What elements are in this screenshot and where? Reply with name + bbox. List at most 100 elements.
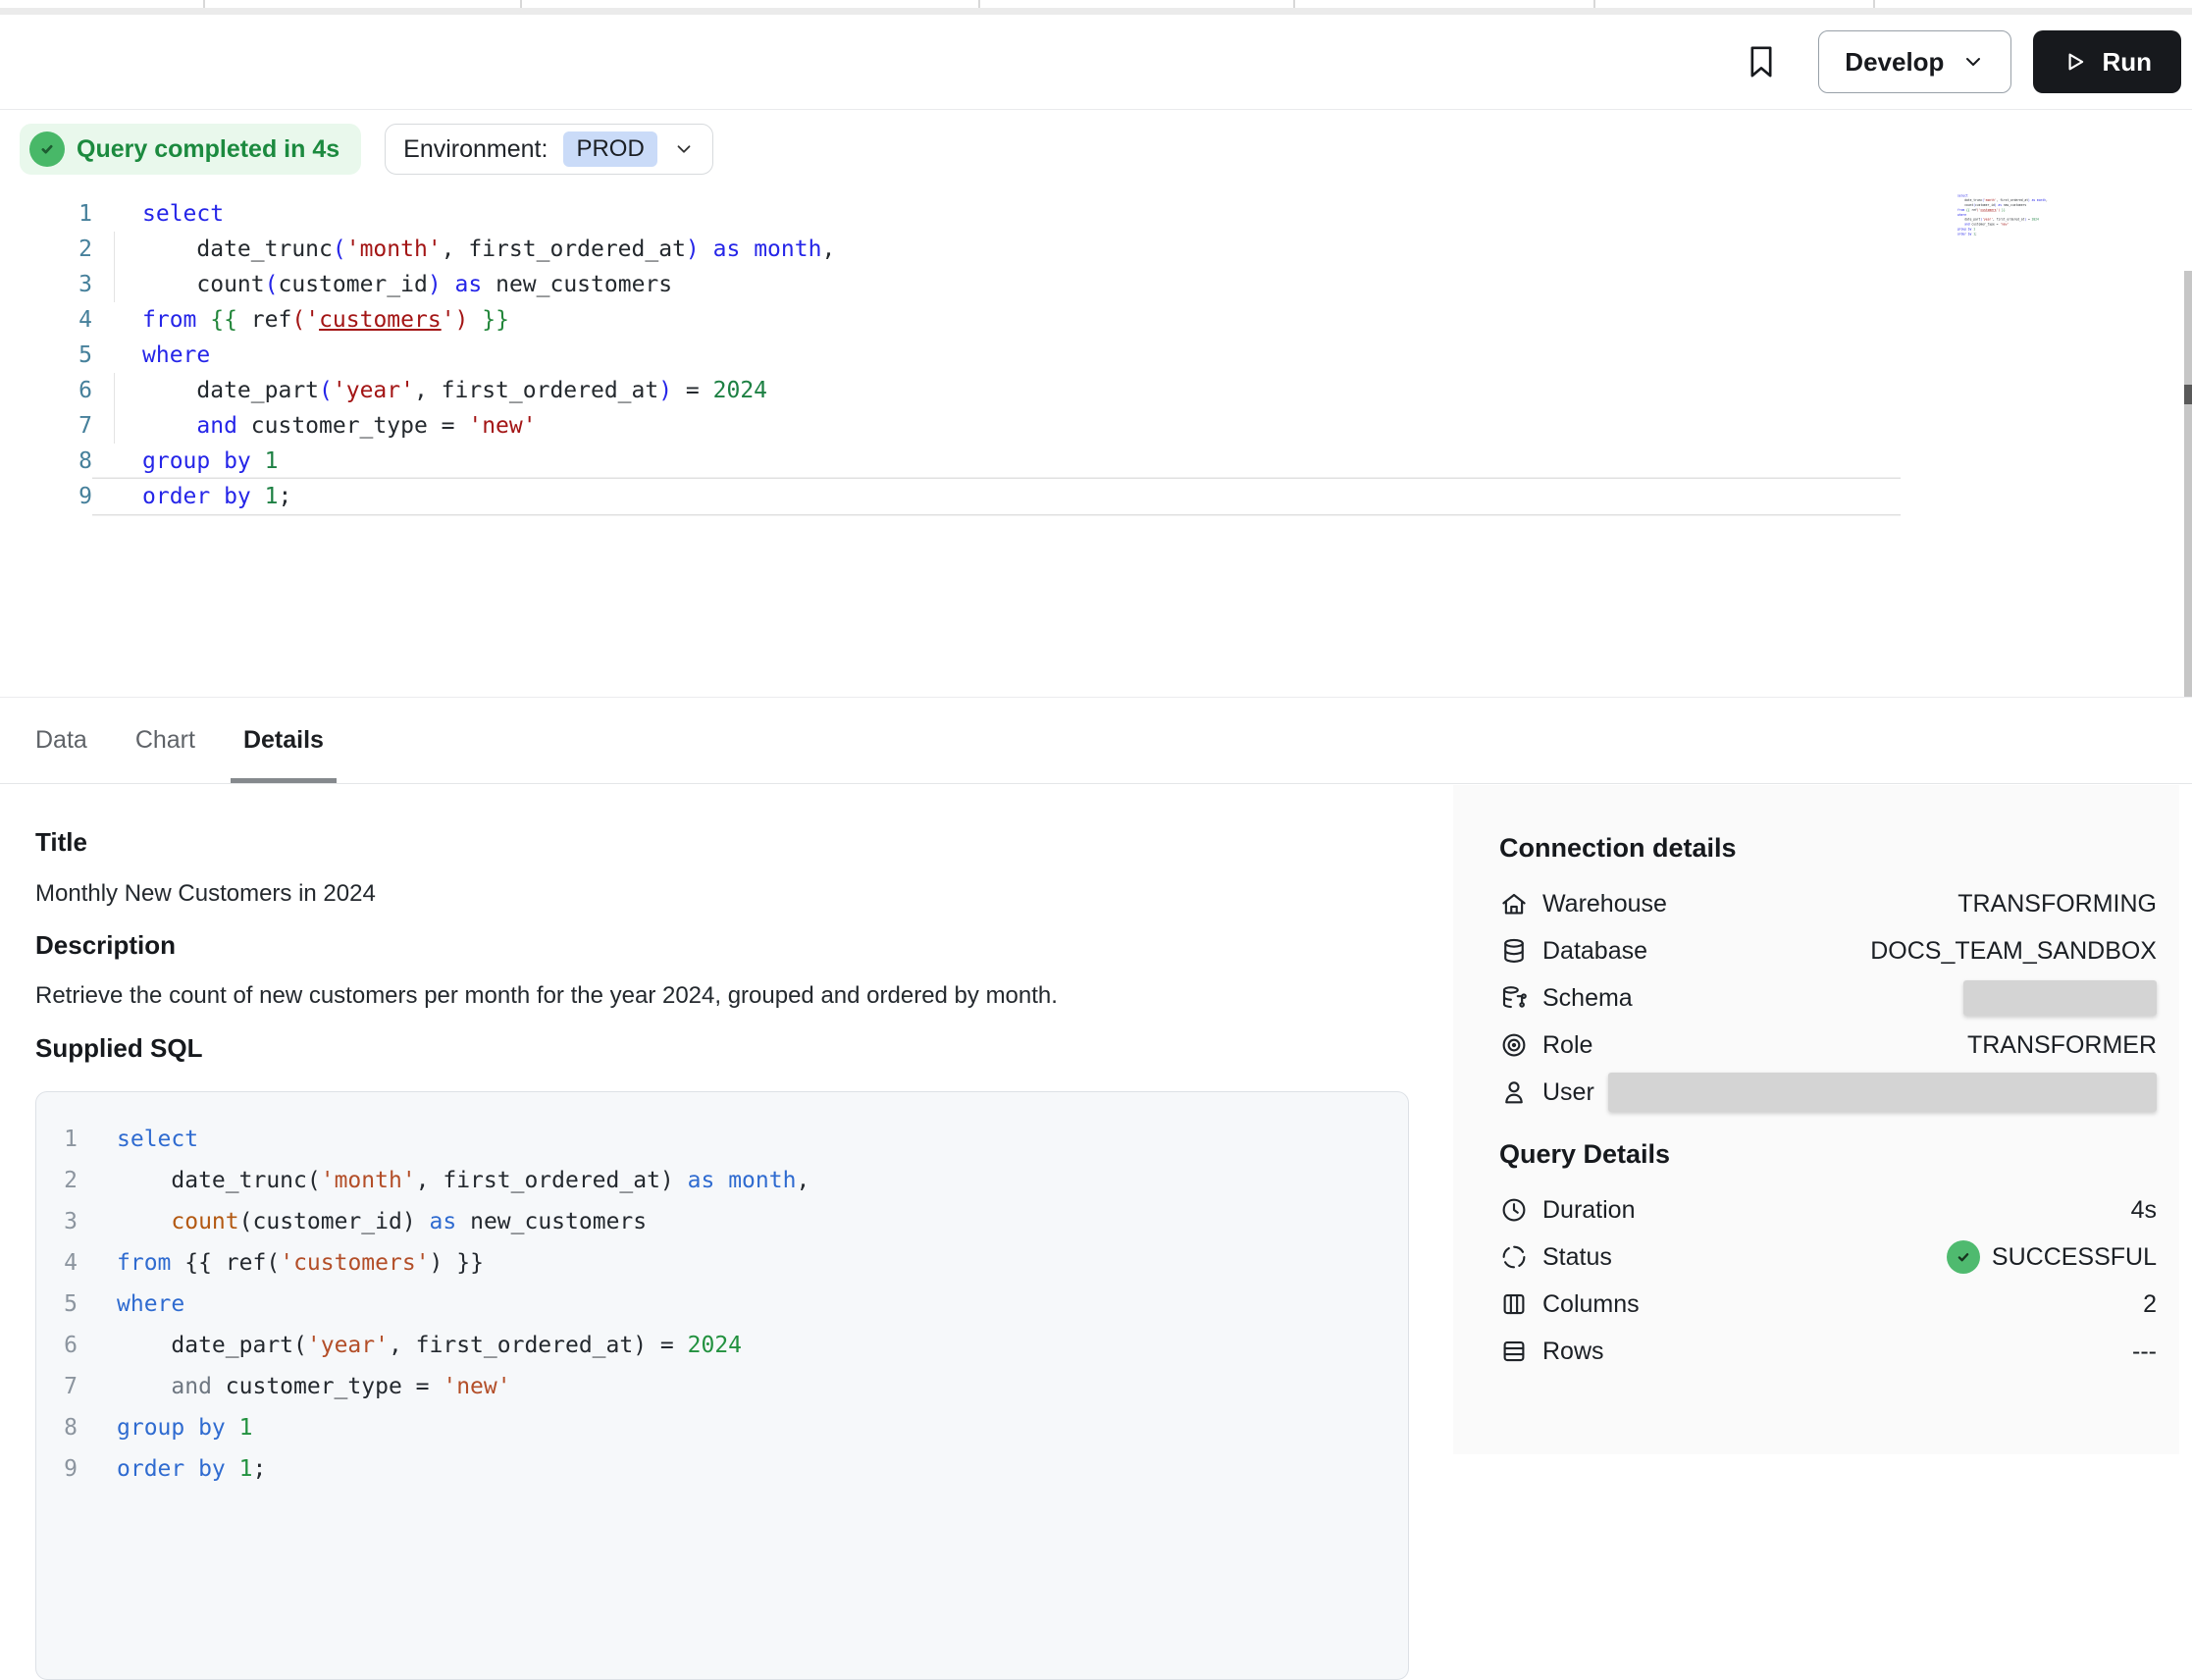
connection-details-heading: Connection details [1499,833,1737,864]
detail-row-schema: Schema [1499,974,2157,1022]
toolbar: Develop Run [0,15,2192,110]
line-number: 4 [50,1242,78,1284]
code-line: 7 and customer_type = 'new' [50,1366,1408,1407]
tab-data[interactable]: Data [23,698,100,783]
role-icon [1499,1030,1529,1060]
detail-row-role: Role TRANSFORMER [1499,1022,2157,1069]
status-icon [1499,1242,1529,1272]
detail-label: Role [1542,1031,1592,1060]
code-line[interactable]: 6 date_part('year', first_ordered_at) = … [0,373,1901,408]
detail-row-status: Status SUCCESSFUL [1499,1234,2157,1281]
detail-label: Rows [1542,1338,1604,1366]
title-value: Monthly New Customers in 2024 [35,880,376,908]
supplied-sql-label: Supplied SQL [35,1033,202,1064]
code-line: 2 date_trunc('month', first_ordered_at) … [50,1160,1408,1201]
run-button[interactable]: Run [2033,30,2181,93]
detail-value: SUCCESSFUL [1947,1240,2157,1274]
tab-chart[interactable]: Chart [123,698,208,783]
environment-badge: PROD [563,131,656,167]
line-number: 3 [50,1201,78,1242]
detail-label: Duration [1542,1196,1636,1225]
warehouse-icon [1499,889,1529,919]
database-icon [1499,936,1529,966]
code-line: 6 date_part('year', first_ordered_at) = … [50,1325,1408,1366]
detail-row-duration: Duration 4s [1499,1186,2157,1234]
code-line: 5where [50,1284,1408,1325]
detail-label: Status [1542,1243,1612,1272]
status-bar: Query completed in 4s Environment: PROD [20,124,713,175]
line-number: 5 [0,338,92,373]
tabstrip-shadow [0,8,2192,15]
line-number: 9 [50,1448,78,1490]
detail-label: Schema [1542,984,1633,1013]
detail-label: Warehouse [1542,890,1667,919]
code-line[interactable]: 2 date_trunc('month', first_ordered_at) … [0,232,1901,267]
environment-label: Environment: [403,135,548,164]
detail-value: TRANSFORMER [1967,1031,2157,1060]
line-number: 1 [0,196,92,232]
code-line: 8group by 1 [50,1407,1408,1448]
success-check-icon [1947,1240,1980,1274]
window-tabstrip [0,0,2192,8]
line-number: 1 [50,1119,78,1160]
query-details-rows: Duration4sStatusSUCCESSFULColumns2Rows--… [1499,1186,2157,1375]
detail-label: Database [1542,937,1647,966]
code-line: 9order by 1; [50,1448,1408,1490]
supplied-sql-block: 1select2 date_trunc('month', first_order… [35,1091,1409,1680]
sql-editor[interactable]: 1select2 date_trunc('month', first_order… [0,196,1901,514]
line-number: 6 [0,373,92,408]
code-line[interactable]: 8group by 1 [0,444,1901,479]
code-line: 3 count(customer_id) as new_customers [50,1201,1408,1242]
line-number: 9 [0,479,92,514]
line-number: 8 [0,444,92,479]
detail-label: User [1542,1078,1594,1107]
play-icon [2062,49,2088,75]
run-label: Run [2102,47,2152,78]
detail-value: 4s [2131,1196,2157,1225]
chevron-down-icon [1961,50,1985,74]
code-line[interactable]: 5where [0,338,1901,373]
redacted-value [1963,980,2157,1016]
editor-minimap[interactable]: 1select2 date_trunc('month', first_order… [1957,193,2048,236]
detail-value: DOCS_TEAM_SANDBOX [1870,937,2157,966]
detail-row-database: Database DOCS_TEAM_SANDBOX [1499,927,2157,974]
line-number: 2 [0,232,92,267]
code-line: 1select [50,1119,1408,1160]
columns-icon [1499,1289,1529,1319]
redacted-value [1608,1073,2157,1112]
chevron-down-icon [673,138,695,160]
environment-dropdown[interactable]: Environment: PROD [385,124,713,175]
bookmark-icon [1742,42,1781,81]
query-status-text: Query completed in 4s [77,135,339,164]
line-number: 5 [50,1284,78,1325]
scrollbar-thumb[interactable] [2184,385,2192,404]
tab-details[interactable]: Details [231,698,337,783]
detail-row-user: User [1499,1069,2157,1116]
bookmark-button[interactable] [1740,40,1783,83]
line-number: 3 [0,267,92,302]
code-line[interactable]: 4from {{ ref('customers') }} [0,302,1901,338]
results-tabbar: Data Chart Details [0,697,2192,784]
description-value: Retrieve the count of new customers per … [35,982,1058,1010]
title-label: Title [35,827,87,858]
detail-value: TRANSFORMING [1957,890,2157,919]
check-circle-icon [29,131,65,167]
detail-row-warehouse: Warehouse TRANSFORMING [1499,880,2157,927]
code-line[interactable]: 9order by 1; [0,479,1901,514]
line-number: 4 [0,302,92,338]
code-line[interactable]: 1select [0,196,1901,232]
rows-icon [1499,1337,1529,1366]
detail-value: --- [2132,1338,2157,1366]
detail-row-rows: Rows --- [1499,1328,2157,1375]
line-number: 6 [50,1325,78,1366]
connection-details-rows: Warehouse TRANSFORMING Database DOCS_TEAM_S… [1499,880,2157,1116]
user-icon [1499,1077,1529,1107]
line-number: 8 [50,1407,78,1448]
code-line[interactable]: 3 count(customer_id) as new_customers [0,267,1901,302]
develop-label: Develop [1845,47,1944,78]
line-number: 2 [50,1160,78,1201]
code-line[interactable]: 7 and customer_type = 'new' [0,408,1901,444]
develop-dropdown[interactable]: Develop [1818,30,2011,93]
description-label: Description [35,930,176,961]
detail-label: Columns [1542,1290,1640,1319]
